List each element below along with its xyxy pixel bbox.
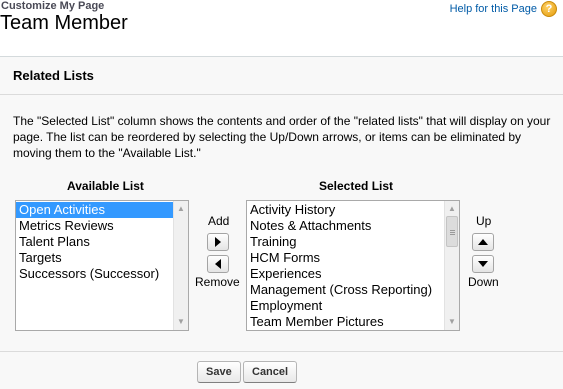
- arrow-down-icon: [478, 261, 488, 267]
- scroll-thumb[interactable]: [446, 216, 458, 247]
- list-item[interactable]: Activity History: [247, 202, 459, 218]
- list-item[interactable]: Management (Cross Reporting): [247, 282, 459, 298]
- add-label: Add: [208, 214, 230, 228]
- save-button[interactable]: Save: [197, 361, 241, 383]
- grip-line: [450, 232, 455, 233]
- remove-label: Remove: [195, 275, 240, 289]
- page-subtitle: Customize My Page: [1, 0, 105, 12]
- up-label: Up: [476, 214, 492, 228]
- related-lists-panel: Related Lists The "Selected List" column…: [0, 56, 563, 389]
- help-area: Help for this Page ?: [450, 1, 557, 17]
- list-item[interactable]: Experiences: [247, 266, 459, 282]
- section-description: The "Selected List" column shows the con…: [13, 114, 551, 160]
- selected-listbox[interactable]: Activity History Notes & Attachments Train…: [246, 200, 460, 331]
- grip-line: [450, 234, 455, 235]
- add-button[interactable]: [207, 233, 229, 251]
- arrow-right-icon: [215, 237, 221, 247]
- available-list-label: Available List: [67, 179, 144, 193]
- list-item[interactable]: Training: [247, 234, 459, 250]
- list-item[interactable]: Open Activities: [16, 202, 188, 218]
- arrow-up-icon: [478, 239, 488, 245]
- scroll-up-arrow-icon[interactable]: ▲: [445, 202, 459, 216]
- cancel-button[interactable]: Cancel: [243, 361, 298, 383]
- available-scrollbar[interactable]: ▲ ▼: [173, 201, 188, 330]
- move-up-button[interactable]: [472, 233, 494, 251]
- scroll-up-arrow-icon[interactable]: ▲: [174, 202, 188, 216]
- page-title: Team Member: [0, 12, 128, 34]
- scroll-down-arrow-icon[interactable]: ▼: [174, 315, 188, 329]
- list-item[interactable]: Successors (Successor): [16, 266, 188, 282]
- available-listbox[interactable]: Open Activities Metrics Reviews Talent Pla…: [15, 200, 189, 331]
- footer-divider: [0, 351, 563, 352]
- list-item[interactable]: Metrics Reviews: [16, 218, 188, 234]
- list-item[interactable]: HCM Forms: [247, 250, 459, 266]
- selected-list-label: Selected List: [319, 179, 394, 193]
- list-item[interactable]: Talent Plans: [16, 234, 188, 250]
- section-header: Related Lists: [0, 57, 563, 95]
- list-item[interactable]: Notes & Attachments: [247, 218, 459, 234]
- move-down-button[interactable]: [472, 255, 494, 273]
- down-label: Down: [468, 275, 499, 289]
- arrow-left-icon: [215, 259, 221, 269]
- section-title: Related Lists: [13, 68, 94, 83]
- list-item[interactable]: Employment: [247, 298, 459, 314]
- list-item[interactable]: Targets: [16, 250, 188, 266]
- help-link[interactable]: Help for this Page: [450, 3, 537, 15]
- scroll-down-arrow-icon[interactable]: ▼: [445, 315, 459, 329]
- list-item[interactable]: Team Member Pictures: [247, 314, 459, 330]
- help-icon[interactable]: ?: [541, 1, 557, 17]
- grip-line: [450, 230, 455, 231]
- remove-button[interactable]: [207, 255, 229, 273]
- selected-scrollbar[interactable]: ▲ ▼: [444, 201, 459, 330]
